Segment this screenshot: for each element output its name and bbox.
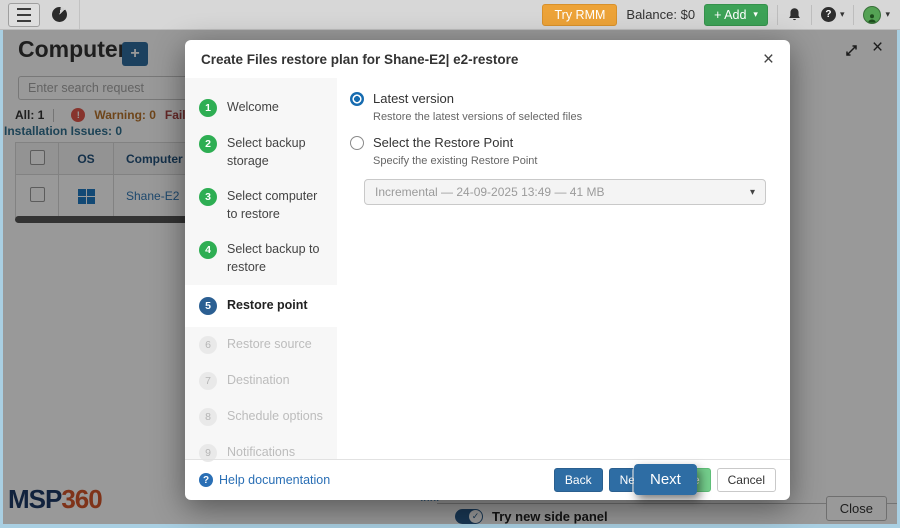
restore-plan-wizard-dialog: Create Files restore plan for Shane-E2| … bbox=[185, 40, 790, 500]
notifications-bell-icon[interactable] bbox=[787, 7, 802, 23]
divider bbox=[811, 5, 812, 25]
help-icon: ? bbox=[821, 7, 836, 22]
next-button-highlight-overlay[interactable]: Next bbox=[634, 464, 697, 495]
restore-point-select-value: Incremental — 24-09-2025 13:49 — 41 MB bbox=[375, 185, 604, 199]
balance-label: Balance: $0 bbox=[626, 7, 695, 22]
wizard-content: Latest version Restore the latest versio… bbox=[337, 78, 790, 459]
step-number-badge: 6 bbox=[199, 336, 217, 354]
divider bbox=[853, 5, 854, 25]
step-number-badge: 5 bbox=[199, 297, 217, 315]
step-number-badge: 1 bbox=[199, 99, 217, 117]
menu-icon[interactable] bbox=[8, 3, 40, 27]
divider bbox=[777, 5, 778, 25]
dialog-close-icon[interactable]: × bbox=[763, 50, 774, 69]
step-number-badge: 3 bbox=[199, 188, 217, 206]
window-edge bbox=[0, 30, 3, 528]
back-button[interactable]: Back bbox=[554, 468, 603, 492]
step-restore-point[interactable]: 5 Restore point bbox=[185, 285, 337, 327]
help-documentation-link[interactable]: ? Help documentation bbox=[199, 473, 330, 487]
step-number-badge: 4 bbox=[199, 241, 217, 259]
select-restore-point-option[interactable]: Select the Restore Point bbox=[350, 135, 778, 150]
step-destination: 7 Destination bbox=[185, 363, 337, 399]
cancel-button[interactable]: Cancel bbox=[717, 468, 776, 492]
step-number-badge: 8 bbox=[199, 408, 217, 426]
user-avatar-icon bbox=[863, 6, 881, 24]
try-rmm-button[interactable]: Try RMM bbox=[542, 4, 617, 26]
top-bar: Try RMM Balance: $0 + Add ▾ ? ▾ ▾ bbox=[0, 0, 900, 30]
divider bbox=[79, 0, 80, 29]
step-select-computer[interactable]: 3 Select computer to restore bbox=[185, 179, 337, 232]
hamburger-icon bbox=[17, 8, 31, 22]
window-edge bbox=[0, 524, 900, 528]
step-schedule-options: 8 Schedule options bbox=[185, 399, 337, 435]
chevron-down-icon: ▾ bbox=[840, 10, 845, 19]
step-number-badge: 2 bbox=[199, 135, 217, 153]
chevron-down-icon: ▾ bbox=[750, 187, 755, 198]
pie-chart-icon[interactable] bbox=[52, 7, 67, 22]
step-number-badge: 7 bbox=[199, 372, 217, 390]
step-welcome[interactable]: 1 Welcome bbox=[185, 90, 337, 126]
latest-version-description: Restore the latest versions of selected … bbox=[373, 111, 778, 123]
wizard-steps: 1 Welcome 2 Select backup storage 3 Sele… bbox=[185, 78, 337, 459]
dialog-title: Create Files restore plan for Shane-E2| … bbox=[201, 52, 518, 67]
step-select-backup-storage[interactable]: 2 Select backup storage bbox=[185, 126, 337, 179]
restore-point-select: Incremental — 24-09-2025 13:49 — 41 MB ▾ bbox=[364, 179, 766, 205]
help-menu-button[interactable]: ? ▾ bbox=[821, 7, 845, 22]
restore-point-description: Specify the existing Restore Point bbox=[373, 155, 778, 167]
step-select-backup[interactable]: 4 Select backup to restore bbox=[185, 232, 337, 285]
help-icon: ? bbox=[199, 473, 213, 487]
step-restore-source: 6 Restore source bbox=[185, 327, 337, 363]
radio-selected-icon[interactable] bbox=[350, 92, 364, 106]
app-window: Computers + All: 1 ! Warning: 0 Failed: … bbox=[0, 0, 900, 528]
chevron-down-icon: ▾ bbox=[885, 10, 890, 19]
dialog-footer: ? Help documentation Back Next Save Canc… bbox=[185, 459, 790, 500]
radio-unselected-icon[interactable] bbox=[350, 136, 364, 150]
add-dropdown-button[interactable]: + Add ▾ bbox=[704, 4, 768, 26]
latest-version-option[interactable]: Latest version bbox=[350, 91, 778, 106]
dialog-header: Create Files restore plan for Shane-E2| … bbox=[185, 40, 790, 78]
chevron-down-icon: ▾ bbox=[753, 10, 758, 19]
user-menu-button[interactable]: ▾ bbox=[863, 6, 890, 24]
